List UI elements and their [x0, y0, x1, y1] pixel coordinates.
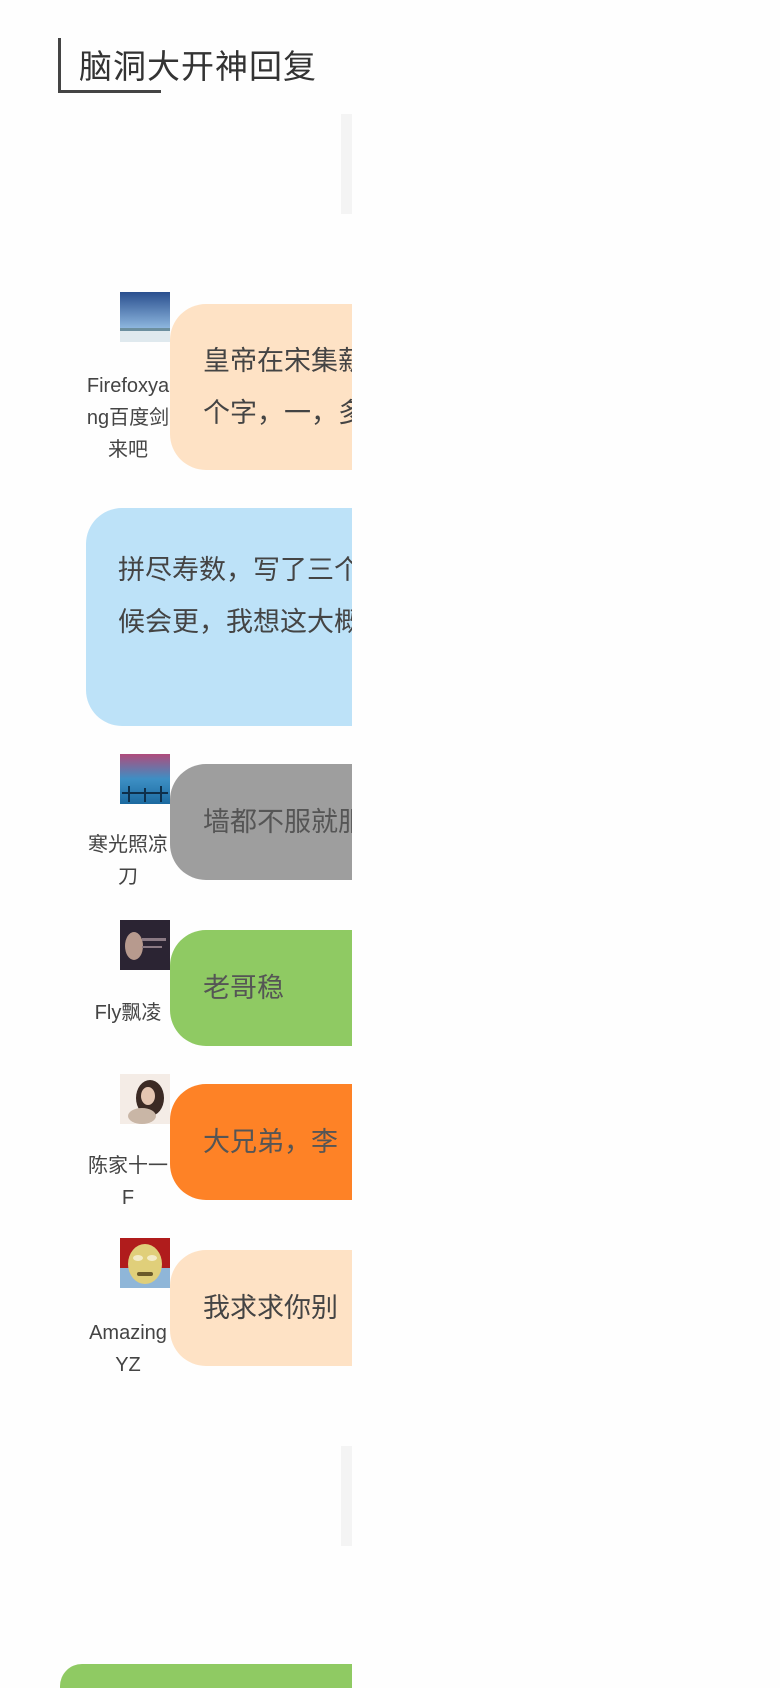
- reply-bubble[interactable]: 我求求你别: [170, 1250, 352, 1366]
- avatar[interactable]: [120, 920, 170, 970]
- reply-author[interactable]: Firefoxyang百度剑来吧: [84, 370, 172, 466]
- reply-author[interactable]: Fly飘凌: [84, 997, 172, 1029]
- reply-author[interactable]: 陈家十一F: [84, 1150, 172, 1214]
- reply-author[interactable]: AmazingYZ: [84, 1317, 172, 1381]
- reply-bubble[interactable]: 墙都不服就服你: [170, 764, 352, 880]
- portrait-avatar-icon: [120, 920, 170, 970]
- avatar[interactable]: [120, 292, 170, 342]
- reply-bubble[interactable]: 拼尽寿数，写了三个字，你们说什么时候会更，我想这大概是意思吧: [86, 508, 352, 726]
- sky-landscape-avatar-icon: [120, 292, 170, 342]
- reply-author[interactable]: 寒光照凉刀: [84, 829, 172, 893]
- avatar[interactable]: [120, 1074, 170, 1124]
- reply-bubble[interactable]: 皇帝在宋集薪的名字上，写了三个字，一，多，寿，三，小人: [170, 304, 352, 470]
- reply-panel: 脑洞大开神回复 Firefoxyang百度剑来吧 皇帝在宋集薪的名字上，写了三个…: [0, 0, 352, 1688]
- reply-bubble[interactable]: 老哥稳: [170, 930, 352, 1046]
- bridge-avatar-icon: [120, 754, 170, 804]
- next-reply-bubble[interactable]: [60, 1664, 352, 1688]
- avatar[interactable]: [120, 754, 170, 804]
- section-title: 脑洞大开神回复: [79, 48, 317, 85]
- loading-placeholder: [341, 1446, 352, 1546]
- section-header: 脑洞大开神回复: [58, 38, 316, 93]
- mask-avatar-icon: [120, 1238, 170, 1288]
- woman-avatar-icon: [120, 1074, 170, 1124]
- loading-placeholder: [341, 114, 352, 214]
- avatar[interactable]: [120, 1238, 170, 1288]
- reply-bubble[interactable]: 大兄弟，李: [170, 1084, 352, 1200]
